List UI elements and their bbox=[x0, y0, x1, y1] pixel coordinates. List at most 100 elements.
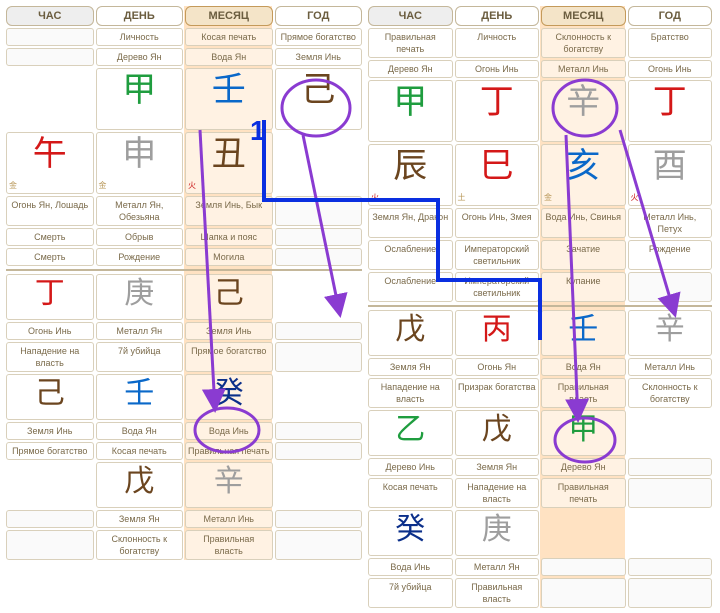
hg3-hour: 7й убийца bbox=[368, 578, 453, 608]
branch-hour: 辰火 bbox=[368, 144, 453, 206]
col-headers: ЧАС ДЕНЬ МЕСЯЦ ГОД bbox=[368, 6, 712, 26]
annotation-number: 1 bbox=[250, 115, 266, 147]
hs3-day: 戊 bbox=[96, 462, 184, 508]
hs2-year bbox=[628, 410, 713, 456]
hn2-day: Земля Ян bbox=[455, 458, 540, 476]
label-hour: Правильная печать bbox=[368, 28, 453, 58]
hn1-month: Вода Ян bbox=[541, 358, 626, 376]
branchname-day: Огонь Инь, Змея bbox=[455, 208, 540, 238]
hn1-hour: Земля Ян bbox=[368, 358, 453, 376]
hn3-hour: Вода Инь bbox=[368, 558, 453, 576]
section-divider bbox=[368, 305, 712, 307]
chart-right: ЧАС ДЕНЬ МЕСЯЦ ГОД Правильная печать Лич… bbox=[368, 6, 712, 608]
hn1-day: Огонь Ян bbox=[455, 358, 540, 376]
hs3-day: 庚 bbox=[455, 510, 540, 556]
hs1-day: 庚 bbox=[96, 274, 184, 320]
hn3-day: Земля Ян bbox=[96, 510, 184, 528]
star2-month: Купание bbox=[541, 272, 626, 302]
branchname-month: Земля Инь, Бык bbox=[185, 196, 273, 226]
stem-hour bbox=[6, 68, 94, 130]
header-hour: ЧАС bbox=[6, 6, 94, 26]
star2-day: Рождение bbox=[96, 248, 184, 266]
hs3-hour: 癸 bbox=[368, 510, 453, 556]
hs1-year: 辛 bbox=[628, 310, 713, 356]
hg3-month: Правильная власть bbox=[185, 530, 273, 560]
hg1-month: Правильная власть bbox=[541, 378, 626, 408]
elem-year: Огонь Инь bbox=[628, 60, 713, 78]
sub-metal-icon: 金 bbox=[544, 192, 552, 204]
branch-hour: 午金 bbox=[6, 132, 94, 194]
hg2-day: Нападение на власть bbox=[455, 478, 540, 508]
star1-hour: Ослабление bbox=[368, 240, 453, 270]
hg2-year bbox=[628, 478, 713, 508]
star2-day: Императорский светильник bbox=[455, 272, 540, 302]
sub-earth-icon: 土 bbox=[458, 192, 466, 204]
star1-hour: Смерть bbox=[6, 228, 94, 246]
header-month: МЕСЯЦ bbox=[541, 6, 626, 26]
star1-month: Зачатие bbox=[541, 240, 626, 270]
hs2-month: 癸 bbox=[185, 374, 273, 420]
hn1-hour: Огонь Инь bbox=[6, 322, 94, 340]
hn1-year: Металл Инь bbox=[628, 358, 713, 376]
hn2-month: Дерево Ян bbox=[541, 458, 626, 476]
hn2-month: Вода Инь bbox=[185, 422, 273, 440]
hg1-year: Склонность к богатству bbox=[628, 378, 713, 408]
stem-year: 丁 bbox=[628, 80, 713, 142]
hg2-month: Правильная печать bbox=[185, 442, 273, 460]
hn3-day: Металл Ян bbox=[455, 558, 540, 576]
chart-left: ЧАС ДЕНЬ МЕСЯЦ ГОД Личность Косая печать… bbox=[6, 6, 362, 560]
branchname-month: Вода Инь, Свинья bbox=[541, 208, 626, 238]
branchname-year bbox=[275, 196, 363, 226]
branchname-year: Металл Инь, Петух bbox=[628, 208, 713, 238]
hs2-day: 戊 bbox=[455, 410, 540, 456]
elem-hour bbox=[6, 48, 94, 66]
hs3-month bbox=[541, 510, 626, 556]
stem-hour: 甲 bbox=[368, 80, 453, 142]
hg1-month: Прямое богатство bbox=[185, 342, 273, 372]
hs2-year bbox=[275, 374, 363, 420]
hg2-day: Косая печать bbox=[96, 442, 184, 460]
star2-hour: Ослабление bbox=[368, 272, 453, 302]
label-month: Косая печать bbox=[185, 28, 273, 46]
section-divider bbox=[6, 269, 362, 271]
stem-day: 甲 bbox=[96, 68, 184, 130]
label-day: Личность bbox=[96, 28, 184, 46]
col-headers: ЧАС ДЕНЬ МЕСЯЦ ГОД bbox=[6, 6, 362, 26]
hs1-hour: 丁 bbox=[6, 274, 94, 320]
branch-month: 亥金 bbox=[541, 144, 626, 206]
label-day: Личность bbox=[455, 28, 540, 58]
hg3-hour bbox=[6, 530, 94, 560]
elem-month: Металл Инь bbox=[541, 60, 626, 78]
hs1-day: 丙 bbox=[455, 310, 540, 356]
hn1-year bbox=[275, 322, 363, 340]
sub-fire-icon: 火 bbox=[631, 192, 639, 204]
star1-year: Рождение bbox=[628, 240, 713, 270]
hs2-hour: 己 bbox=[6, 374, 94, 420]
hn2-year bbox=[628, 458, 713, 476]
stem-year: 己 bbox=[275, 68, 363, 130]
hs1-year bbox=[275, 274, 363, 320]
branchname-hour: Земля Ян, Дракон bbox=[368, 208, 453, 238]
star1-year bbox=[275, 228, 363, 246]
hn3-month: Металл Инь bbox=[185, 510, 273, 528]
hg2-month: Правильная печать bbox=[541, 478, 626, 508]
hg2-year bbox=[275, 442, 363, 460]
hs3-hour bbox=[6, 462, 94, 508]
label-month: Склонность к богатству bbox=[541, 28, 626, 58]
hn1-day: Металл Ян bbox=[96, 322, 184, 340]
hg1-year bbox=[275, 342, 363, 372]
stem-month: 辛 bbox=[541, 80, 626, 142]
hg3-year bbox=[628, 578, 713, 608]
hn2-hour: Земля Инь bbox=[6, 422, 94, 440]
branchname-day: Металл Ян, Обезьяна bbox=[96, 196, 184, 226]
branch-day: 申金 bbox=[96, 132, 184, 194]
hg2-hour: Косая печать bbox=[368, 478, 453, 508]
branch-year bbox=[275, 132, 363, 194]
hg3-day: Правильная власть bbox=[455, 578, 540, 608]
hn2-year bbox=[275, 422, 363, 440]
hn1-month: Земля Инь bbox=[185, 322, 273, 340]
hs1-hour: 戊 bbox=[368, 310, 453, 356]
hs2-hour: 乙 bbox=[368, 410, 453, 456]
header-hour: ЧАС bbox=[368, 6, 453, 26]
label-year: Прямое богатство bbox=[275, 28, 363, 46]
